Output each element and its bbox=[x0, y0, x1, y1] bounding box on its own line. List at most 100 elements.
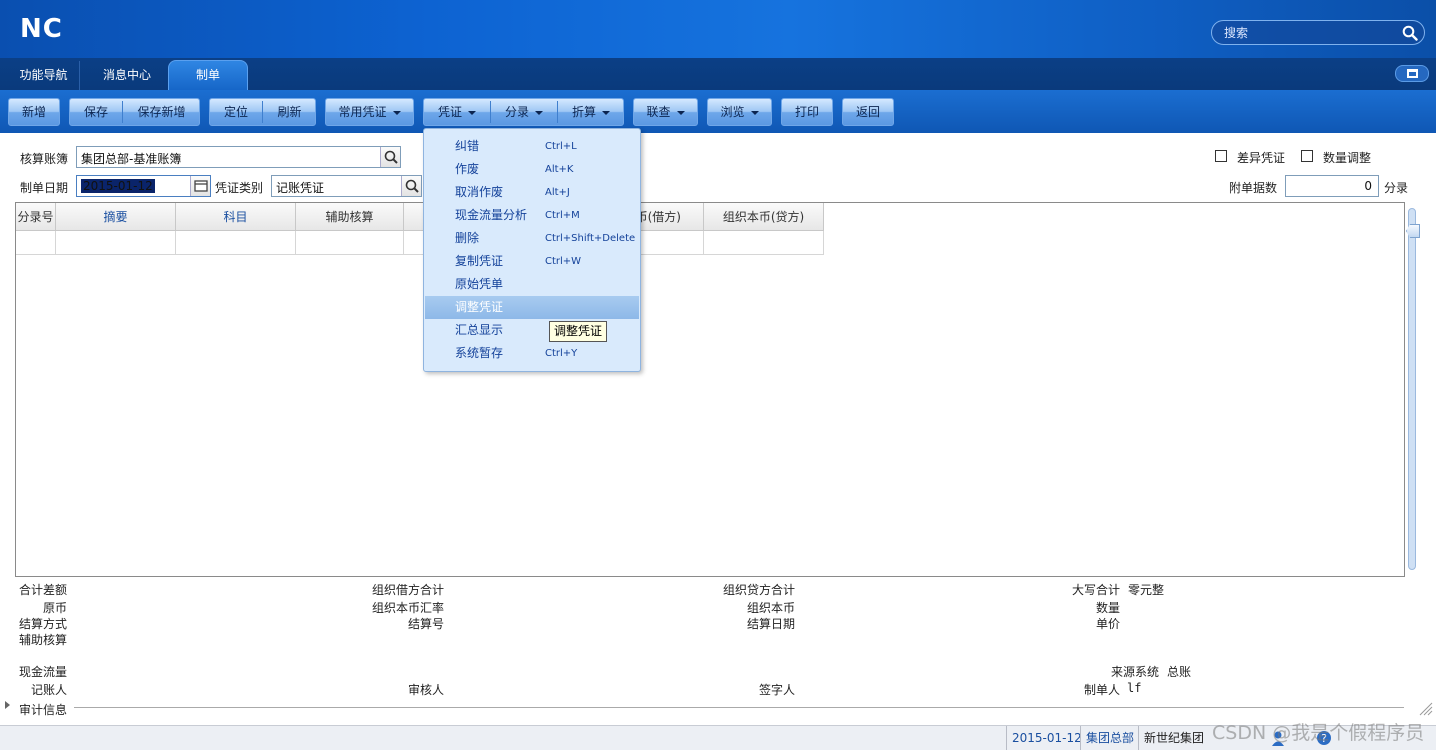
date-field[interactable]: 2015-01-12 bbox=[76, 175, 211, 197]
resize-grip-icon[interactable] bbox=[1417, 702, 1433, 716]
menu-item-cash-flow-analysis[interactable]: 现金流量分析 Ctrl+M bbox=[425, 204, 639, 227]
col-credit[interactable]: 组织本币(贷方) bbox=[704, 203, 824, 231]
uppercase-total-value: 零元整 bbox=[1128, 583, 1165, 597]
refresh-button[interactable]: 刷新 bbox=[263, 99, 316, 125]
common-voucher-dropdown[interactable]: 常用凭证 bbox=[325, 98, 414, 126]
col-account[interactable]: 科目 bbox=[176, 203, 296, 231]
tab-message-center[interactable]: 消息中心 bbox=[88, 61, 166, 90]
signer-label: 签字人 bbox=[759, 683, 796, 697]
maker-label: 制单人 bbox=[1084, 683, 1121, 697]
menu-item-label: 复制凭证 bbox=[455, 254, 504, 268]
org-debit-total-label: 组织借方合计 bbox=[372, 583, 445, 597]
maximize-button[interactable] bbox=[1395, 65, 1429, 82]
cell[interactable] bbox=[56, 231, 176, 255]
uppercase-total-label: 大写合计 bbox=[1072, 583, 1121, 597]
menu-item-original-doc[interactable]: 原始凭单 bbox=[425, 273, 639, 296]
col-aux-accounting[interactable]: 辅助核算 bbox=[296, 203, 404, 231]
attach-value: 0 bbox=[1364, 179, 1372, 193]
cell[interactable] bbox=[176, 231, 296, 255]
voucher-entry-convert-group: 凭证 分录 折算 bbox=[423, 98, 624, 126]
chevron-down-icon bbox=[602, 110, 610, 115]
diff-voucher-checkbox[interactable] bbox=[1215, 150, 1227, 162]
browse-dropdown[interactable]: 浏览 bbox=[707, 98, 772, 126]
menu-item-void[interactable]: 作废 Alt+K bbox=[425, 158, 639, 181]
col-summary[interactable]: 摘要 bbox=[56, 203, 176, 231]
settle-no-label: 结算号 bbox=[408, 617, 445, 631]
query-dropdown[interactable]: 联查 bbox=[633, 98, 698, 126]
menu-item-label: 作废 bbox=[455, 162, 480, 176]
chevron-down-icon bbox=[535, 110, 543, 115]
tab-voucher-entry[interactable]: 制单 bbox=[168, 60, 248, 90]
expand-arrow-icon[interactable] bbox=[5, 701, 10, 709]
convert-dropdown[interactable]: 折算 bbox=[558, 99, 624, 125]
menu-item-temp-save[interactable]: 系统暂存 Ctrl+Y bbox=[425, 342, 639, 365]
menu-item-label: 删除 bbox=[455, 231, 480, 245]
save-button[interactable]: 保存 bbox=[70, 99, 122, 125]
table-row[interactable] bbox=[16, 231, 824, 255]
menu-item-adjust-voucher[interactable]: 调整凭证 bbox=[425, 296, 639, 319]
type-field[interactable]: 记账凭证 bbox=[271, 175, 422, 197]
book-label: 核算账簿 bbox=[20, 152, 69, 166]
menu-item-shortcut: Ctrl+W bbox=[545, 256, 582, 267]
qty-adjust-label: 数量调整 bbox=[1323, 151, 1372, 165]
menu-item-delete[interactable]: 删除 Ctrl+Shift+Delete bbox=[425, 227, 639, 250]
menu-item-label: 现金流量分析 bbox=[455, 208, 528, 222]
date-picker-button[interactable] bbox=[190, 176, 210, 196]
status-org[interactable]: 集团总部 bbox=[1080, 726, 1134, 750]
cell[interactable] bbox=[704, 231, 824, 255]
attach-field[interactable]: 0 bbox=[1285, 175, 1379, 197]
search-icon bbox=[405, 179, 419, 193]
status-group[interactable]: 新世纪集团 bbox=[1138, 726, 1204, 750]
voucher-dropdown[interactable]: 凭证 bbox=[424, 99, 490, 125]
search-input[interactable] bbox=[1224, 24, 1394, 42]
locate-button[interactable]: 定位 bbox=[210, 99, 262, 125]
book-lookup-button[interactable] bbox=[380, 147, 400, 167]
search-icon[interactable] bbox=[1402, 25, 1418, 41]
back-button[interactable]: 返回 bbox=[842, 98, 894, 126]
org-credit-total-label: 组织贷方合计 bbox=[723, 583, 796, 597]
menu-item-cancel-void[interactable]: 取消作废 Alt+J bbox=[425, 181, 639, 204]
col-entry-no[interactable]: 分录号 bbox=[16, 203, 56, 231]
divider bbox=[74, 707, 1404, 708]
vertical-scrollbar[interactable] bbox=[1408, 208, 1416, 570]
org-currency-label: 组织本币 bbox=[747, 601, 796, 615]
book-field[interactable]: 集团总部-基准账簿 bbox=[76, 146, 401, 168]
search-icon bbox=[384, 150, 398, 164]
entry-dropdown[interactable]: 分录 bbox=[491, 99, 557, 125]
attach-unit: 分录 bbox=[1384, 181, 1409, 195]
voucher-label: 凭证 bbox=[437, 105, 462, 119]
chevron-down-icon bbox=[750, 110, 759, 115]
search-box[interactable] bbox=[1211, 20, 1425, 45]
cell[interactable] bbox=[16, 231, 56, 255]
save-add-button[interactable]: 保存新增 bbox=[123, 99, 200, 125]
print-button[interactable]: 打印 bbox=[781, 98, 833, 126]
chevron-down-icon bbox=[392, 110, 401, 115]
type-lookup-button[interactable] bbox=[401, 176, 421, 196]
menu-item-label: 纠错 bbox=[455, 139, 480, 153]
menu-item-copy-voucher[interactable]: 复制凭证 Ctrl+W bbox=[425, 250, 639, 273]
date-value: 2015-01-12 bbox=[81, 179, 155, 193]
book-value: 集团总部-基准账簿 bbox=[81, 152, 182, 166]
qty-adjust-checkbox[interactable] bbox=[1301, 150, 1313, 162]
settle-method-label: 结算方式 bbox=[19, 617, 68, 631]
tooltip: 调整凭证 bbox=[549, 321, 608, 342]
settle-date-label: 结算日期 bbox=[747, 617, 796, 631]
org-rate-label: 组织本币汇率 bbox=[372, 601, 445, 615]
orig-currency-label: 原币 bbox=[43, 601, 68, 615]
menu-item-correct[interactable]: 纠错 Ctrl+L bbox=[425, 135, 639, 158]
audit-info-label[interactable]: 审计信息 bbox=[19, 701, 67, 718]
grid-header: 分录号 摘要 科目 辅助核算 币(借方) 组织本币(贷方) bbox=[16, 203, 824, 231]
tab-function-nav[interactable]: 功能导航 bbox=[8, 61, 80, 90]
chevron-down-icon bbox=[468, 110, 476, 115]
locate-refresh-group: 定位 刷新 bbox=[209, 98, 316, 126]
tab-bar: 功能导航 消息中心 制单 bbox=[0, 58, 1436, 90]
menu-item-label: 调整凭证 bbox=[455, 300, 504, 314]
type-value: 记账凭证 bbox=[276, 181, 325, 195]
cell[interactable] bbox=[296, 231, 404, 255]
browse-label: 浏览 bbox=[720, 105, 745, 119]
diff-voucher-label: 差异凭证 bbox=[1237, 151, 1286, 165]
menu-item-shortcut: Ctrl+Y bbox=[545, 348, 578, 359]
add-button[interactable]: 新增 bbox=[8, 98, 60, 126]
type-label: 凭证类别 bbox=[215, 181, 264, 195]
maximize-icon bbox=[1407, 69, 1418, 78]
